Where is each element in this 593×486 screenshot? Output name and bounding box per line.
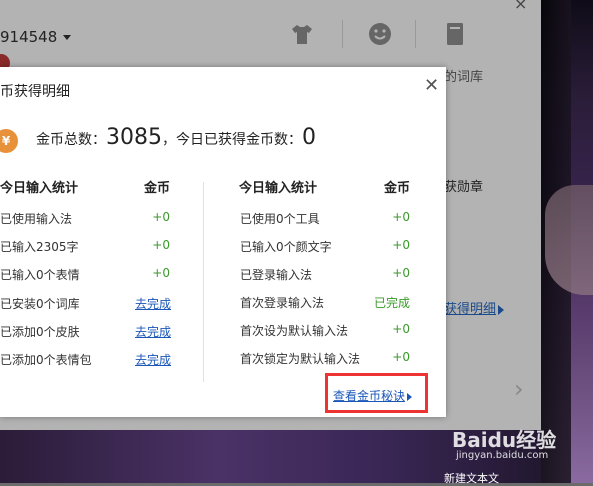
coin-secrets-label: 查看金币秘诀: [333, 389, 406, 403]
coin-icon: ¥: [0, 129, 18, 153]
right-row-label: 首次设为默认输入法: [240, 324, 349, 338]
go-complete-link[interactable]: 去完成: [135, 351, 171, 368]
coin-secrets-link[interactable]: 查看金币秘诀: [333, 387, 413, 404]
detail-link[interactable]: 获得明细: [444, 298, 505, 317]
dictionary-book-icon[interactable]: [441, 20, 469, 48]
tab-dictionary[interactable]: 的词库: [444, 66, 483, 85]
left-column-header: 今日输入统计: [0, 181, 79, 196]
right-row-label: 已输入0个颜文字: [240, 240, 332, 254]
right-column-header: 今日输入统计: [239, 181, 318, 196]
summary-prefix: 金币总数：: [36, 132, 106, 148]
left-row-value: +0: [152, 266, 170, 280]
left-row-value: +0: [152, 238, 170, 252]
portrait-face: [545, 185, 593, 295]
emoji-face-icon[interactable]: [366, 20, 394, 48]
right-row-value: +0: [392, 238, 410, 252]
character-portrait: [541, 0, 593, 483]
watermark-url: jingyan.baidu.com: [456, 450, 549, 461]
left-coin-header: 金币: [144, 181, 171, 196]
toolbar-divider: [342, 20, 343, 48]
right-row-value: +0: [392, 322, 410, 336]
detail-link-label: 获得明细: [444, 302, 497, 317]
today-coins: 0: [302, 125, 316, 150]
chevron-right-icon[interactable]: ›: [514, 375, 524, 403]
close-icon[interactable]: ✕: [424, 75, 439, 96]
badge-heading: 获勋章: [444, 180, 484, 195]
right-row-value: +0: [392, 350, 410, 364]
desktop-file-label[interactable]: 新建文本文: [444, 470, 499, 486]
toolbar-divider: [415, 20, 416, 48]
total-coins: 3085: [106, 125, 162, 150]
arrow-right-icon: [498, 304, 505, 315]
left-row-value: +0: [152, 210, 170, 224]
summary-middle: ，今日已获得金币数：: [162, 132, 302, 148]
account-id: 914548: [0, 28, 58, 46]
coin-detail-dialog: 币获得明细 ✕ ¥ 金币总数：3085，今日已获得金币数：0 今日输入统计 金币…: [0, 67, 446, 417]
right-coin-header: 金币: [384, 181, 411, 196]
go-complete-link[interactable]: 去完成: [135, 295, 171, 312]
coin-summary: 金币总数：3085，今日已获得金币数：0: [36, 125, 316, 150]
right-row-value: +0: [392, 266, 410, 280]
right-row-label: 已登录输入法: [240, 268, 313, 282]
left-row-label: 已使用输入法: [0, 212, 73, 226]
dialog-title: 币获得明细: [0, 84, 70, 100]
left-row-label: 已输入2305字: [0, 240, 79, 254]
go-complete-link[interactable]: 去完成: [135, 323, 171, 340]
chevron-down-icon: [63, 35, 72, 40]
right-row-label: 首次锁定为默认输入法: [240, 352, 361, 366]
left-row-label: 已添加0个皮肤: [0, 325, 80, 339]
column-divider: [203, 182, 204, 382]
skin-shirt-icon[interactable]: [288, 20, 316, 48]
watermark-logo: Baidu经验: [452, 428, 557, 452]
close-icon[interactable]: ×: [514, 0, 527, 13]
right-row-label: 已使用0个工具: [240, 212, 320, 226]
arrow-right-icon: [407, 392, 413, 401]
left-row-label: 已安装0个词库: [0, 297, 80, 311]
right-row-label: 首次登录输入法: [240, 296, 325, 310]
account-selector[interactable]: 914548: [0, 28, 72, 46]
right-row-value: +0: [392, 210, 410, 224]
left-row-label: 已输入0个表情: [0, 268, 80, 282]
completed-status: 已完成: [373, 296, 410, 310]
left-row-label: 已添加0个表情包: [0, 353, 92, 367]
